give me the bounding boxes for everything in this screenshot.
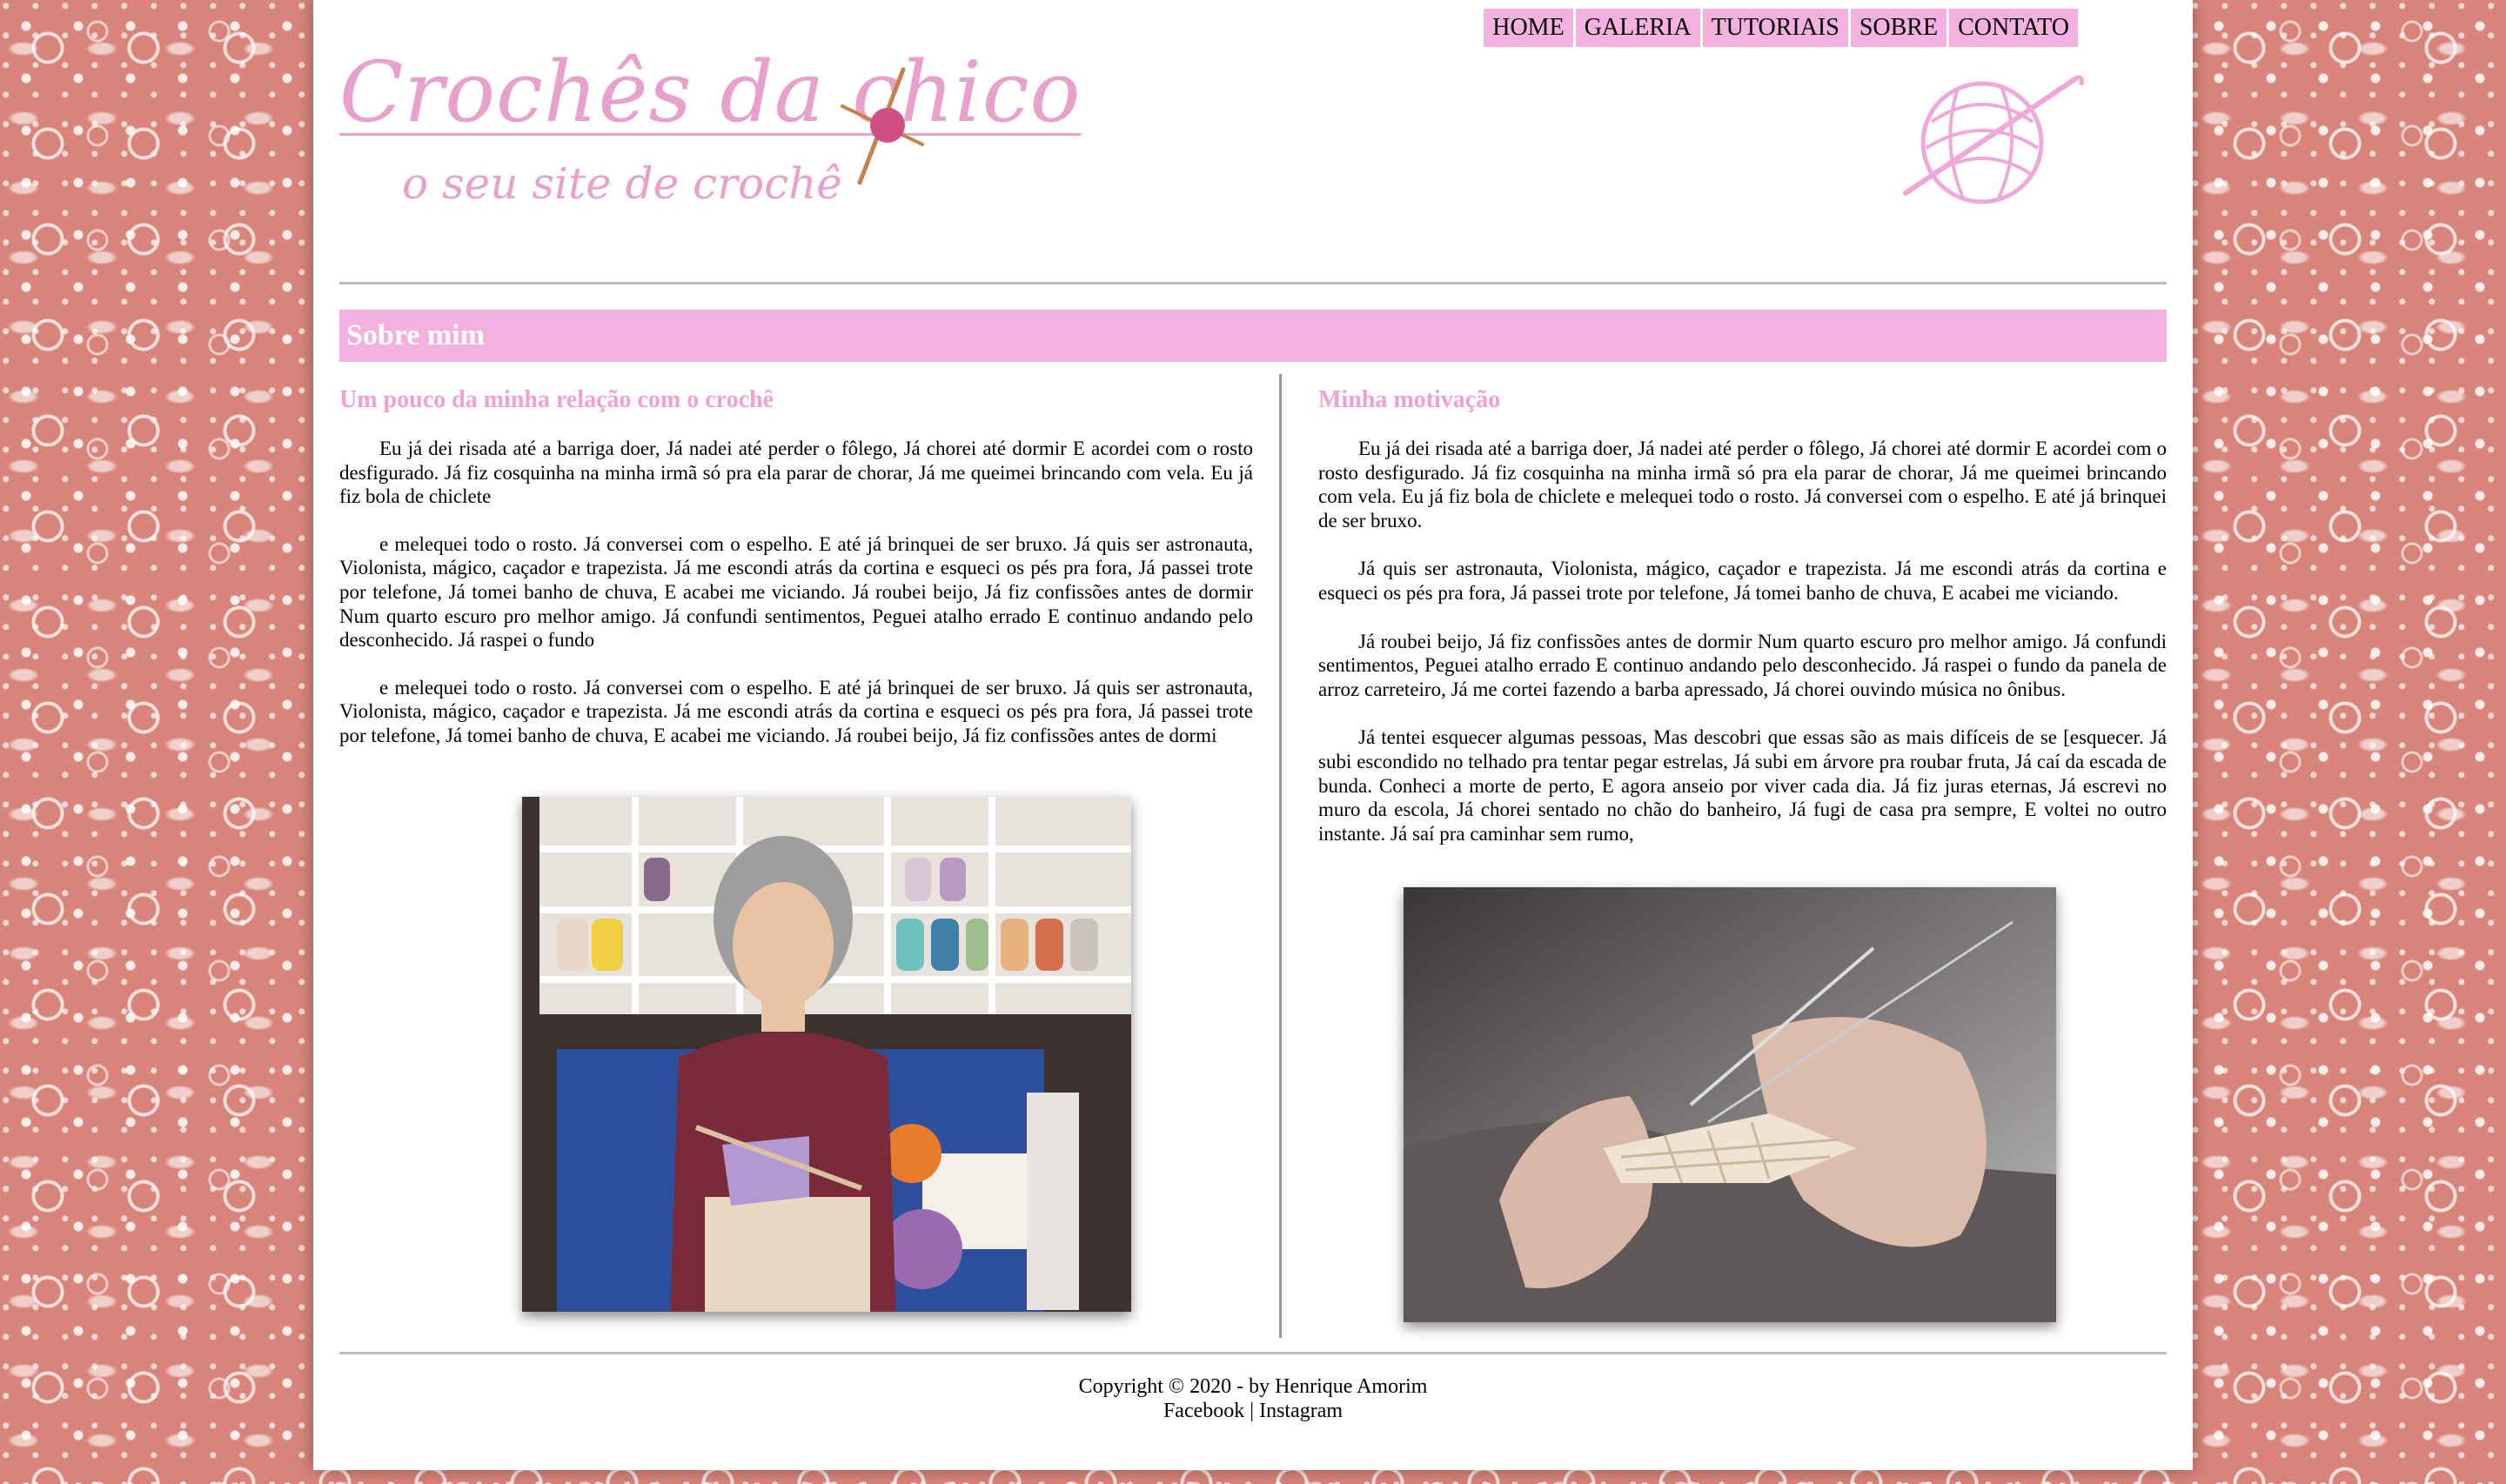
left-paragraph: e melequei todo o rosto. Já conversei co… — [339, 676, 1253, 746]
crochet-hook-icon — [841, 67, 924, 185]
link-separator: | — [1250, 1400, 1255, 1422]
right-paragraph: Eu já dei risada até a barriga doer, Já … — [1318, 438, 2167, 531]
left-heading: Um pouco da minha relação com o crochê — [339, 386, 774, 413]
knitting-woman-photo — [522, 797, 1131, 1312]
left-paragraph: e melequei todo o rosto. Já conversei co… — [339, 532, 1253, 652]
copyright-text: Copyright © 2020 - by Henrique Amorim — [1078, 1375, 1428, 1398]
yarn-ball-icon — [1903, 75, 2084, 204]
column-divider — [1279, 374, 1282, 1338]
left-paragraph: Eu já dei risada até a barriga doer, Já … — [339, 438, 1253, 508]
nav-home[interactable]: HOME — [1484, 9, 1573, 47]
instagram-link[interactable]: Instagram — [1259, 1400, 1343, 1422]
logo-subtitle: o seu site de crochê — [402, 158, 842, 209]
nav-tutoriais[interactable]: TUTORIAIS — [1702, 9, 1848, 47]
header-divider — [339, 282, 2167, 284]
crochet-hands-photo — [1404, 887, 2056, 1322]
main-nav: HOME GALERIA TUTORIAIS SOBRE CONTATO — [1484, 9, 2078, 47]
page-container: HOME GALERIA TUTORIAIS SOBRE CONTATO Cro… — [313, 0, 2193, 1470]
site-logo[interactable]: Crochês da chico o seu site de crochê — [339, 43, 1080, 226]
nav-galeria[interactable]: GALERIA — [1575, 9, 1700, 47]
right-paragraph: Já tentei esquecer algumas pessoas, Mas … — [1318, 726, 2167, 845]
right-heading: Minha motivação — [1318, 386, 1501, 413]
header: HOME GALERIA TUTORIAIS SOBRE CONTATO Cro… — [313, 0, 2193, 287]
right-column: Minha motivação Eu já dei risada até a b… — [1318, 383, 2167, 846]
nav-sobre[interactable]: SOBRE — [1850, 9, 1947, 47]
facebook-link[interactable]: Facebook — [1163, 1400, 1244, 1422]
section-title-bar: Sobre mim — [339, 310, 2167, 362]
right-paragraph: Já quis ser astronauta, Violonista, mági… — [1318, 558, 2167, 604]
nav-contato[interactable]: CONTATO — [1949, 9, 2078, 47]
social-links: Facebook | Instagram — [313, 1399, 2193, 1423]
footer-divider — [339, 1352, 2167, 1354]
logo-title: Crochês da chico — [339, 43, 1082, 141]
left-column: Um pouco da minha relação com o crochê E… — [339, 383, 1253, 748]
right-paragraph: Já roubei beijo, Já fiz confissões antes… — [1318, 630, 2167, 700]
footer: Copyright © 2020 - by Henrique Amorim Fa… — [313, 1374, 2193, 1423]
